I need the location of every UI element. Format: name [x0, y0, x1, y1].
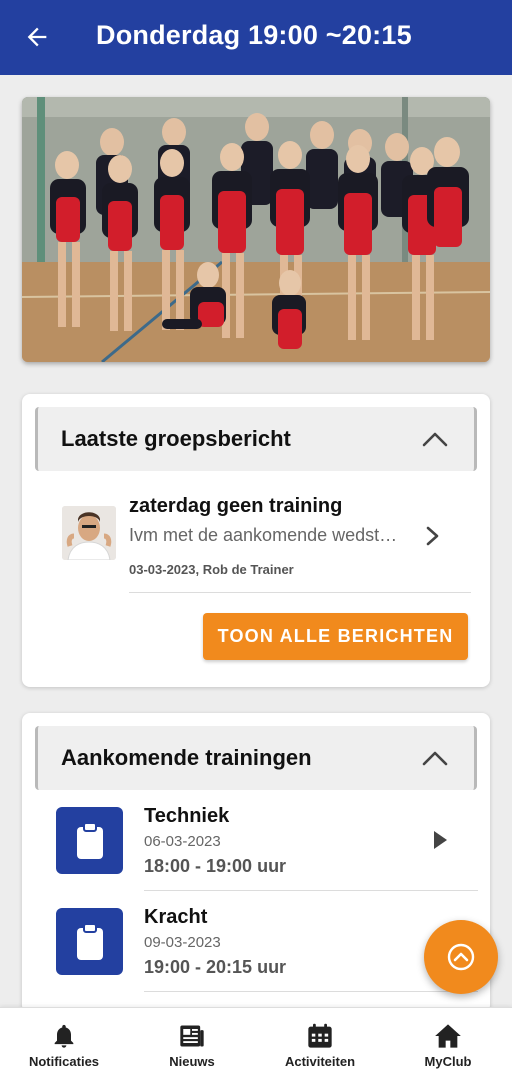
- home-icon: [435, 1024, 461, 1048]
- play-arrow-icon: [434, 831, 447, 849]
- training-title: Techniek: [144, 805, 230, 827]
- training-time: 19:00 - 20:15 uur: [144, 957, 287, 977]
- back-button[interactable]: [20, 20, 54, 54]
- nav-label: Activiteiten: [284, 1054, 356, 1069]
- page-title: Donderdag 19:00 ~20:15: [96, 20, 412, 50]
- group-message-card: Laatste groepsbericht zaterdag geen trai…: [22, 394, 490, 687]
- upcoming-trainings-title: Aankomende trainingen: [61, 745, 312, 770]
- chevron-up-icon[interactable]: [422, 748, 448, 768]
- chevron-up-icon: [447, 943, 475, 971]
- upcoming-trainings-header[interactable]: Aankomende trainingen: [35, 726, 477, 790]
- app-bar: Donderdag 19:00 ~20:15: [0, 0, 512, 75]
- clipboard-icon: [76, 922, 103, 960]
- newspaper-icon: [180, 1025, 204, 1047]
- nav-item-news[interactable]: Nieuws: [128, 1008, 256, 1080]
- message-meta: 03-03-2023, Rob de Trainer: [129, 562, 294, 577]
- nav-label: MyClub: [424, 1054, 472, 1069]
- clipboard-icon-tile: [56, 908, 123, 975]
- team-photo: [22, 97, 490, 362]
- training-date: 06-03-2023: [144, 833, 221, 850]
- chevron-up-icon[interactable]: [422, 429, 448, 449]
- clipboard-icon-tile: [56, 807, 123, 874]
- chevron-right-icon: [426, 526, 439, 546]
- trainer-avatar: [62, 506, 116, 560]
- message-preview: Ivm met de aankomende wedstrijd: [129, 525, 401, 545]
- training-time: 18:00 - 19:00 uur: [144, 856, 287, 876]
- clipboard-icon: [76, 821, 103, 859]
- nav-item-myclub[interactable]: MyClub: [384, 1008, 512, 1080]
- group-message-title: Laatste groepsbericht: [61, 426, 291, 451]
- upcoming-trainings-card: Aankomende trainingen Techniek 06-03-202…: [22, 713, 490, 1013]
- scroll-top-fab[interactable]: [424, 920, 498, 994]
- nav-label: Notificaties: [28, 1054, 100, 1069]
- calendar-icon: [308, 1023, 332, 1048]
- message-title: zaterdag geen training: [129, 495, 343, 517]
- show-all-messages-button[interactable]: TOON ALLE BERICHTEN: [203, 613, 468, 660]
- group-message-header[interactable]: Laatste groepsbericht: [35, 407, 477, 471]
- divider: [144, 890, 478, 891]
- divider: [144, 991, 478, 992]
- arrow-left-icon: [27, 27, 47, 47]
- nav-label: Nieuws: [169, 1054, 215, 1069]
- nav-item-notifications[interactable]: Notificaties: [0, 1008, 128, 1080]
- divider: [129, 592, 471, 593]
- bottom-navigation: Notificaties Nieuws Activiteiten MyClub: [0, 1007, 512, 1080]
- training-title: Kracht: [144, 906, 208, 928]
- bell-icon: [54, 1024, 74, 1048]
- nav-item-activities[interactable]: Activiteiten: [256, 1008, 384, 1080]
- training-date: 09-03-2023: [144, 934, 221, 951]
